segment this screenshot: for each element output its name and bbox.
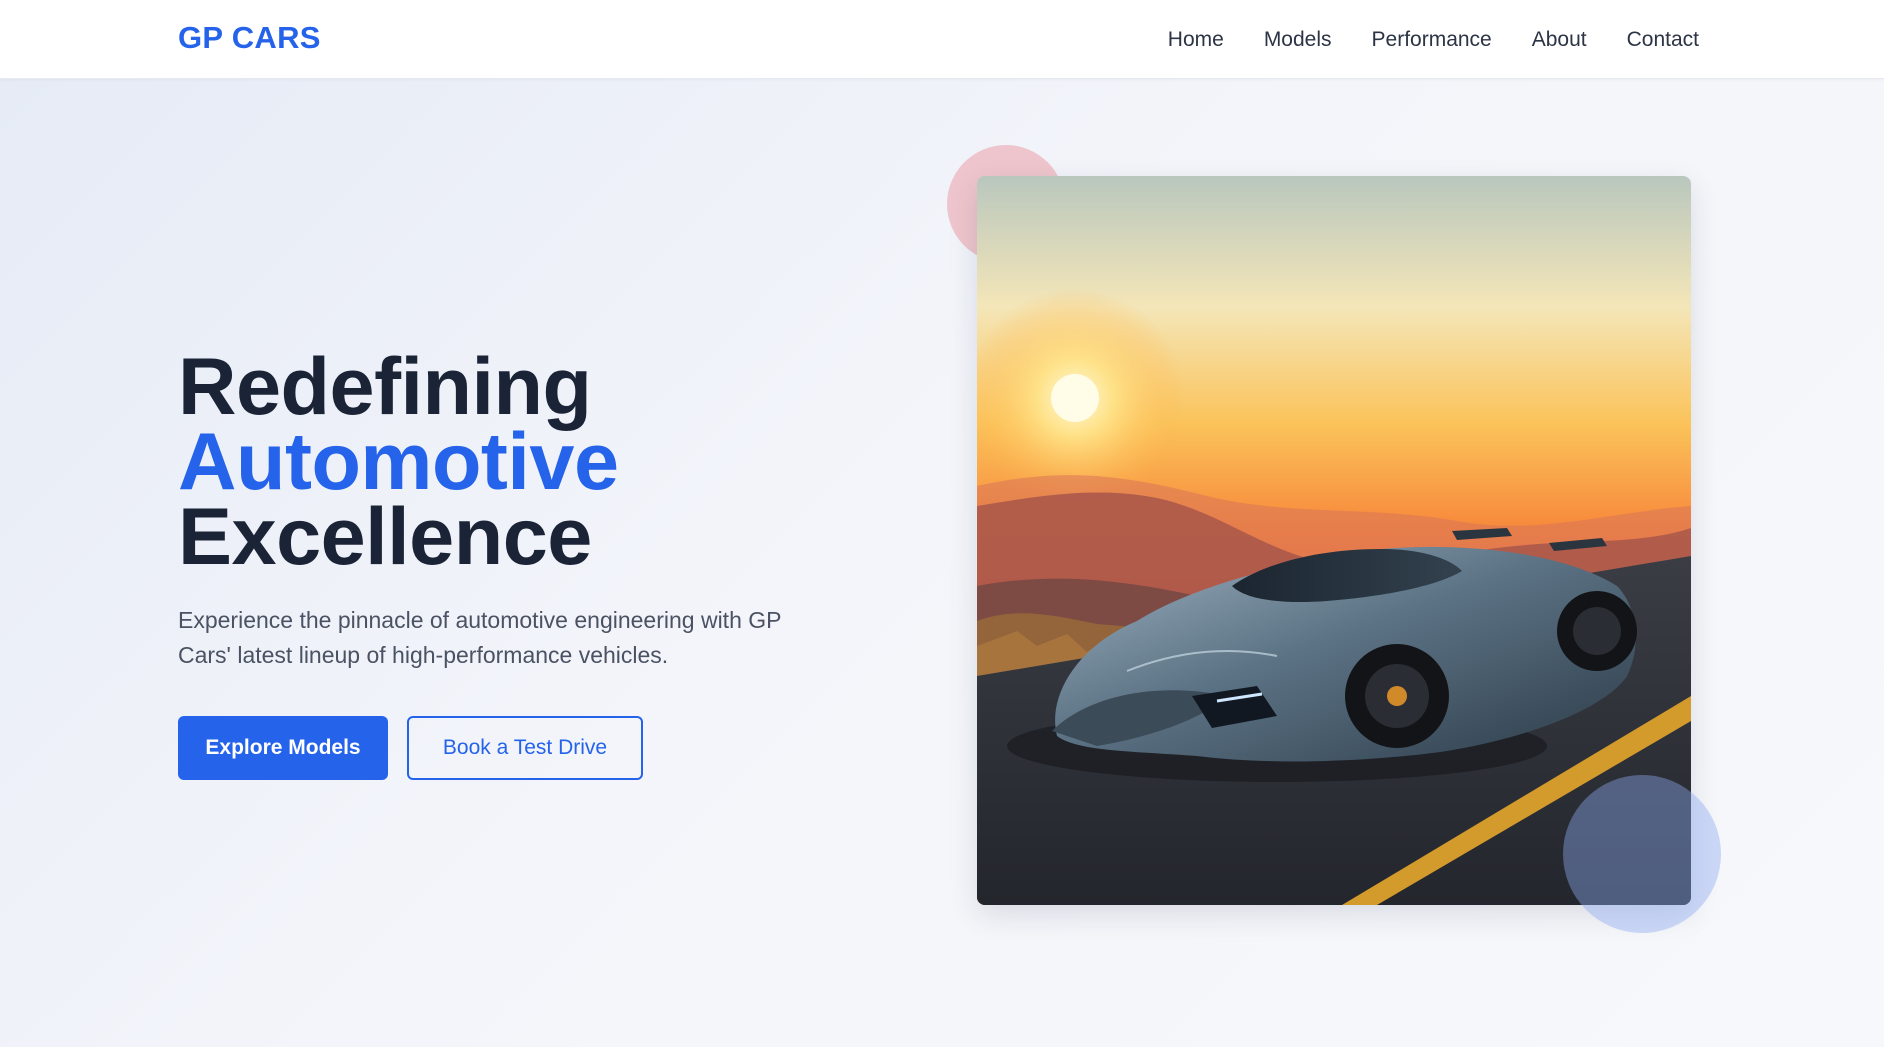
nav-link-contact[interactable]: Contact (1627, 28, 1699, 52)
book-test-drive-button[interactable]: Book a Test Drive (407, 716, 643, 780)
hero-title: Redefining Automotive Excellence (178, 342, 619, 582)
hero-title-accent: Automotive (178, 417, 619, 507)
hero-subtitle: Experience the pinnacle of automotive en… (178, 607, 782, 668)
nav-link-home[interactable]: Home (1168, 28, 1224, 52)
hero-car-image (977, 176, 1691, 905)
nav-link-performance[interactable]: Performance (1372, 28, 1492, 52)
nav-link-models[interactable]: Models (1264, 28, 1332, 52)
hero-title-line1: Redefining (178, 342, 592, 432)
hero-section: Redefining Automotive Excellence Experie… (0, 79, 1884, 1047)
navbar: GP CARS Home Models Performance About Co… (0, 0, 1884, 79)
logo[interactable]: GP CARS (178, 20, 321, 56)
nav-links: Home Models Performance About Contact (1168, 0, 1699, 79)
hero-title-line3: Excellence (178, 492, 592, 582)
nav-link-about[interactable]: About (1532, 28, 1587, 52)
explore-models-button[interactable]: Explore Models (178, 716, 388, 780)
decorative-blue-circle (1563, 775, 1721, 933)
